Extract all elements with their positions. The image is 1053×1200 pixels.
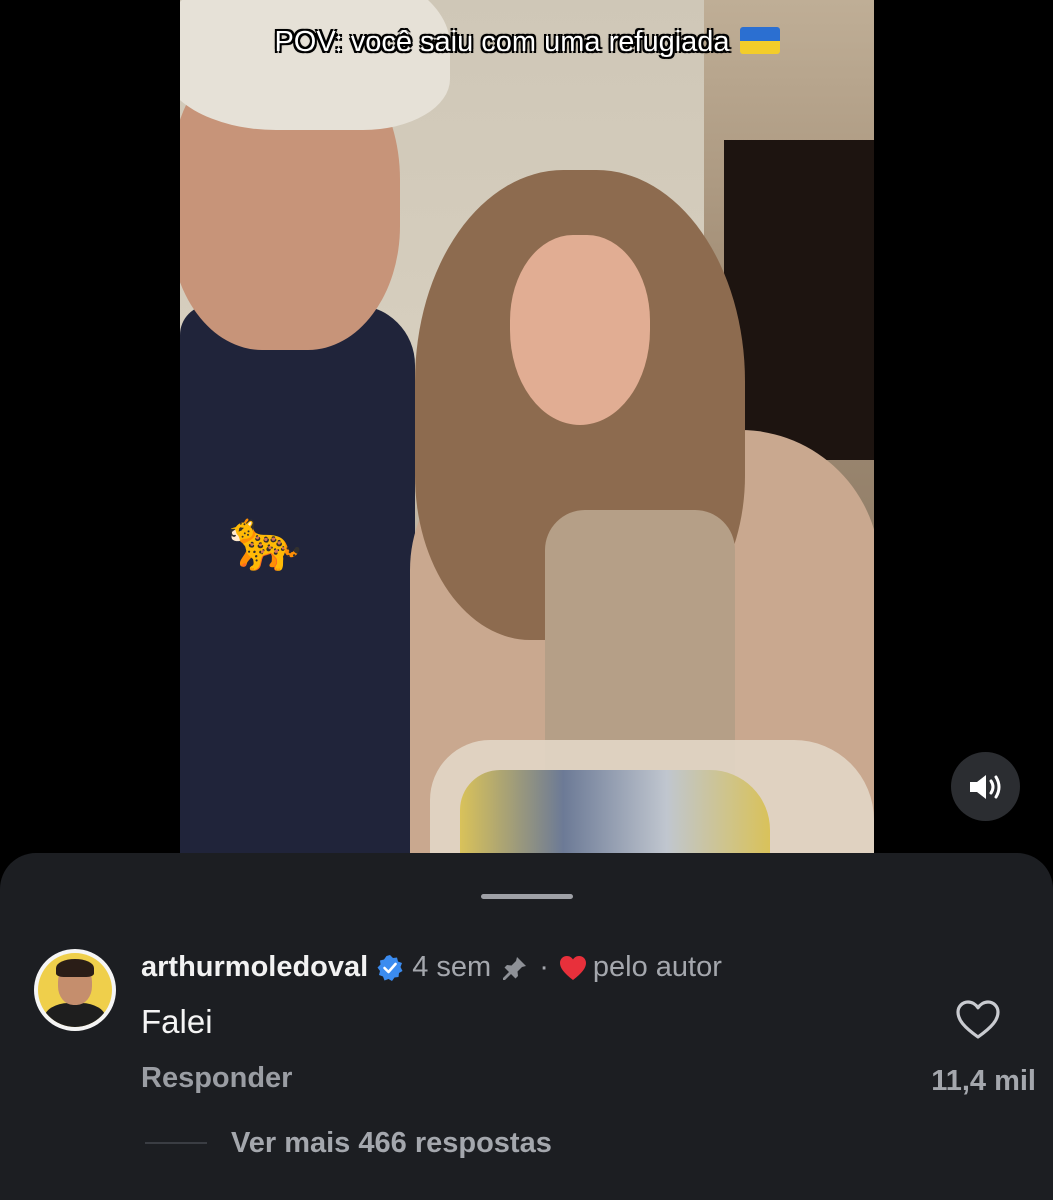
video-man-cap [180, 0, 450, 130]
avatar-image [38, 953, 112, 1027]
caption-text: POV: você saiu com uma refugiada [274, 26, 730, 58]
replies-divider [145, 1142, 207, 1144]
view-more-replies-button[interactable]: Ver mais 466 respostas [231, 1127, 552, 1160]
heart-outline-icon [956, 1000, 1000, 1039]
avatar[interactable] [34, 949, 116, 1031]
video-woman-face [510, 235, 650, 425]
liked-by-author-label: pelo autor [592, 951, 722, 983]
comment-meta: arthurmoledoval 4 sem · pelo autor [141, 951, 722, 984]
video-doorway [724, 140, 874, 460]
video-player[interactable]: 🐆 POV: você saiu com uma refugiada [180, 0, 874, 853]
sheet-drag-handle[interactable] [481, 894, 573, 899]
shirt-logo: 🐆 [227, 506, 303, 573]
author-heart-icon [559, 955, 587, 981]
ukraine-flag-icon [739, 27, 780, 54]
speaker-icon [969, 774, 1000, 799]
comment-time: 4 sem [412, 951, 492, 983]
like-button[interactable] [955, 999, 1001, 1041]
verified-badge-icon [376, 954, 404, 982]
video-snack-bag [460, 770, 770, 853]
meta-separator: · [539, 951, 549, 983]
comment-text: Falei [141, 1003, 213, 1040]
volume-toggle-button[interactable] [951, 752, 1020, 821]
comment-username[interactable]: arthurmoledoval [141, 951, 368, 984]
reply-button[interactable]: Responder [141, 1062, 292, 1095]
comments-sheet: arthurmoledoval 4 sem · pelo autor Falei… [0, 853, 1053, 1200]
video-man-shirt: 🐆 [180, 305, 415, 853]
pin-icon [501, 954, 529, 982]
video-caption: POV: você saiu com uma refugiada [180, 26, 874, 59]
like-count: 11,4 mil [931, 1065, 1036, 1097]
